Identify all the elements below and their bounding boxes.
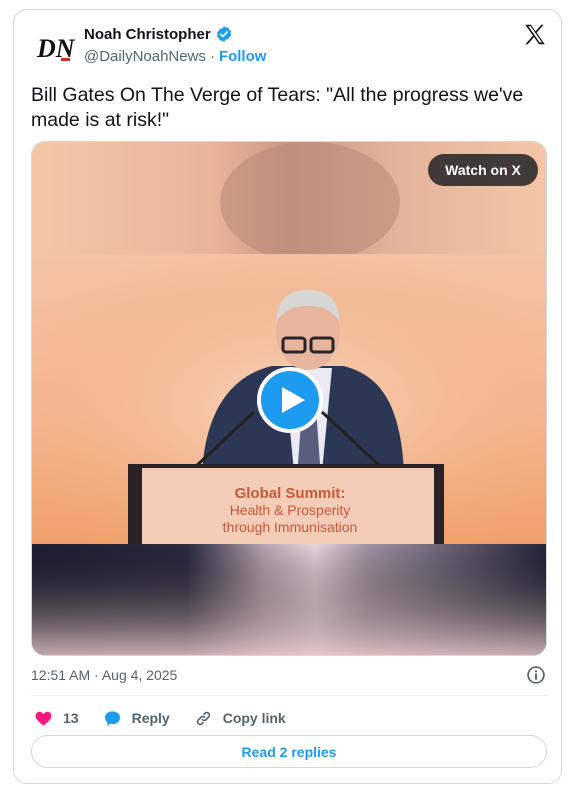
copy-link-label: Copy link — [222, 710, 286, 726]
copy-link-button[interactable]: Copy link — [194, 709, 286, 728]
tweet-timestamp[interactable]: 12:51 AM · Aug 4, 2025 — [31, 667, 177, 683]
play-button[interactable] — [257, 367, 323, 433]
play-icon — [281, 387, 305, 413]
link-icon — [196, 711, 210, 725]
verified-badge-icon — [215, 25, 233, 43]
like-button[interactable]: 13 — [34, 709, 79, 728]
lectern-line-1: Health & Prosperity — [229, 502, 351, 518]
author-name-text[interactable]: Noah Christopher — [84, 26, 211, 43]
reply-button[interactable]: Reply — [103, 709, 170, 728]
tweet-text: Bill Gates On The Verge of Tears: "All t… — [31, 84, 524, 131]
avatar[interactable]: DN — [34, 27, 76, 69]
follow-button[interactable]: Follow — [219, 48, 267, 65]
like-count: 13 — [63, 710, 79, 726]
reply-label: Reply — [131, 710, 170, 726]
handle-row: @DailyNoahNews · Follow — [84, 48, 266, 65]
heart-icon — [35, 711, 52, 726]
author-name[interactable]: Noah Christopher — [84, 25, 233, 43]
watch-on-x-button[interactable]: Watch on X — [428, 154, 538, 186]
divider — [31, 695, 547, 696]
handle-separator: · — [209, 48, 215, 65]
lectern-sign: Global Summit: Health & Prosperity throu… — [182, 485, 398, 536]
tweet-card: DN Noah Christopher @DailyNoahNews · Fol… — [13, 9, 562, 784]
video-player[interactable]: Global Summit: Health & Prosperity throu… — [31, 141, 547, 656]
author-handle[interactable]: @DailyNoahNews — [84, 48, 206, 65]
lectern-line-2: through Immunisation — [222, 519, 358, 535]
read-replies-button[interactable]: Read 2 replies — [31, 735, 547, 768]
info-icon[interactable] — [526, 665, 546, 685]
x-logo-icon[interactable] — [522, 22, 548, 48]
reply-bubble-icon — [104, 710, 120, 726]
action-bar: 13 Reply Copy link — [34, 706, 310, 730]
lectern-title: Global Summit: — [234, 485, 346, 502]
